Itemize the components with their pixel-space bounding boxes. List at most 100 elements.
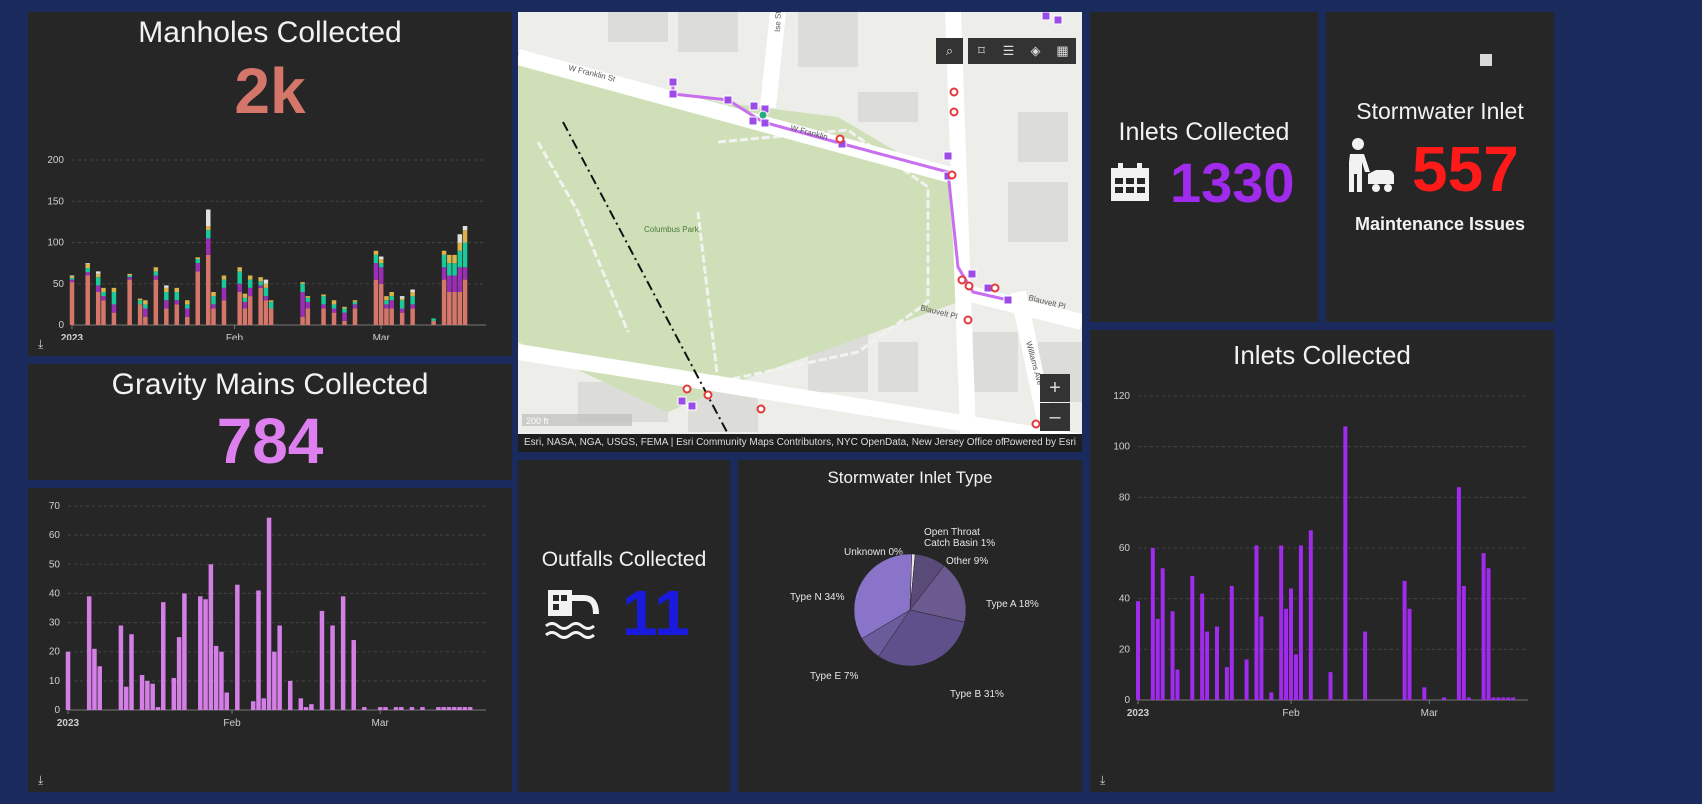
- bar[interactable]: [118, 625, 124, 710]
- bar-segment[interactable]: [69, 275, 75, 277]
- bar[interactable]: [330, 625, 335, 710]
- bar-segment[interactable]: [399, 312, 405, 325]
- bar-segment[interactable]: [164, 308, 169, 326]
- bar-segment[interactable]: [137, 300, 143, 305]
- bar-segment[interactable]: [263, 279, 269, 284]
- bar-segment[interactable]: [389, 296, 394, 301]
- bar-segment[interactable]: [342, 308, 347, 313]
- bar-segment[interactable]: [211, 296, 216, 305]
- bar-segment[interactable]: [143, 316, 148, 325]
- bar-segment[interactable]: [441, 250, 447, 255]
- bar-segment[interactable]: [447, 263, 452, 276]
- bar-segment[interactable]: [174, 304, 180, 325]
- bar[interactable]: [213, 645, 219, 710]
- bar-segment[interactable]: [378, 263, 384, 268]
- bar-segment[interactable]: [342, 320, 347, 325]
- bar[interactable]: [1343, 426, 1348, 700]
- bar-segment[interactable]: [457, 234, 463, 243]
- bar-segment[interactable]: [305, 301, 311, 309]
- bar[interactable]: [1402, 580, 1407, 700]
- bar[interactable]: [1422, 687, 1427, 700]
- bar[interactable]: [1284, 608, 1289, 700]
- bar-segment[interactable]: [211, 308, 216, 326]
- bar-segment[interactable]: [378, 256, 384, 259]
- bar-segment[interactable]: [258, 277, 263, 282]
- bar-segment[interactable]: [373, 263, 379, 280]
- bar-segment[interactable]: [95, 271, 101, 274]
- bar[interactable]: [123, 686, 129, 710]
- bar[interactable]: [1170, 611, 1175, 700]
- bar-segment[interactable]: [447, 254, 452, 264]
- bar[interactable]: [277, 625, 282, 710]
- bar[interactable]: [129, 634, 134, 710]
- bar-segment[interactable]: [195, 263, 201, 272]
- bar-segment[interactable]: [242, 308, 248, 326]
- bar-segment[interactable]: [242, 297, 248, 302]
- bar-segment[interactable]: [300, 292, 305, 317]
- bar-segment[interactable]: [153, 275, 159, 280]
- bar-segment[interactable]: [268, 308, 274, 326]
- bar[interactable]: [1224, 667, 1229, 700]
- bar-segment[interactable]: [441, 279, 447, 325]
- bar[interactable]: [1442, 697, 1447, 700]
- bar-segment[interactable]: [206, 238, 211, 255]
- bar[interactable]: [1506, 697, 1511, 700]
- bar[interactable]: [97, 666, 102, 710]
- bar-segment[interactable]: [69, 276, 75, 278]
- bar[interactable]: [362, 707, 367, 710]
- bar-segment[interactable]: [237, 267, 242, 272]
- bar[interactable]: [1289, 588, 1294, 700]
- bar[interactable]: [1175, 669, 1180, 700]
- bar-segment[interactable]: [462, 226, 468, 231]
- bar-segment[interactable]: [111, 292, 117, 305]
- bar-segment[interactable]: [263, 287, 269, 297]
- bar-segment[interactable]: [247, 287, 253, 297]
- bar-segment[interactable]: [431, 320, 436, 325]
- bar[interactable]: [224, 692, 229, 710]
- bar-segment[interactable]: [399, 298, 405, 301]
- bar-segment[interactable]: [268, 301, 274, 309]
- bar[interactable]: [1160, 568, 1165, 700]
- bar-segment[interactable]: [185, 316, 190, 325]
- bar-segment[interactable]: [462, 230, 468, 243]
- bar-segment[interactable]: [111, 287, 117, 292]
- bar[interactable]: [1269, 692, 1274, 700]
- bar-segment[interactable]: [164, 292, 169, 301]
- bar-segment[interactable]: [237, 271, 242, 284]
- bar-segment[interactable]: [305, 296, 311, 298]
- bar-segment[interactable]: [258, 285, 263, 288]
- bar-segment[interactable]: [174, 292, 180, 301]
- bar-segment[interactable]: [195, 257, 201, 259]
- bar-segment[interactable]: [389, 292, 394, 297]
- bar-segment[interactable]: [185, 308, 190, 317]
- bar[interactable]: [462, 707, 468, 710]
- bar-segment[interactable]: [127, 275, 132, 278]
- bar[interactable]: [1279, 545, 1284, 700]
- bar[interactable]: [1466, 697, 1471, 700]
- bar-segment[interactable]: [221, 287, 227, 301]
- bar-segment[interactable]: [321, 308, 326, 326]
- bar[interactable]: [1229, 586, 1234, 700]
- bar-segment[interactable]: [85, 263, 90, 269]
- bar-segment[interactable]: [111, 312, 117, 325]
- bar-segment[interactable]: [452, 275, 457, 293]
- bar-segment[interactable]: [237, 283, 242, 292]
- bar-segment[interactable]: [331, 312, 337, 325]
- bar-segment[interactable]: [111, 304, 117, 313]
- bar[interactable]: [1308, 530, 1313, 700]
- bar[interactable]: [399, 707, 404, 710]
- bar-segment[interactable]: [101, 296, 106, 301]
- bar-segment[interactable]: [352, 304, 358, 309]
- bar[interactable]: [420, 707, 425, 710]
- bar-segment[interactable]: [384, 296, 389, 301]
- bar[interactable]: [1200, 593, 1205, 700]
- bar[interactable]: [1136, 601, 1140, 700]
- bar-segment[interactable]: [447, 292, 452, 325]
- layers-icon[interactable]: ◈: [1022, 38, 1049, 64]
- bar-segment[interactable]: [410, 289, 415, 292]
- bar-segment[interactable]: [447, 275, 452, 293]
- bar-segment[interactable]: [153, 267, 159, 272]
- bar-segment[interactable]: [331, 300, 337, 305]
- bar[interactable]: [446, 707, 452, 710]
- bar-segment[interactable]: [237, 292, 242, 325]
